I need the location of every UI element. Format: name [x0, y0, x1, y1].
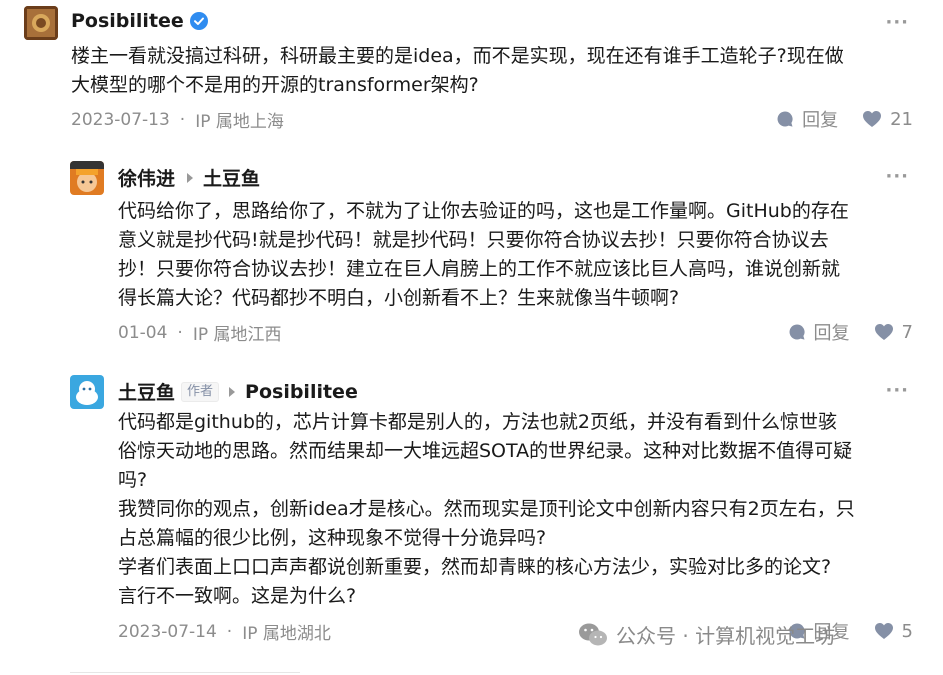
ip-location: IP 属地湖北 [242, 624, 331, 644]
like-count: 7 [901, 321, 913, 343]
comment-text-line: 俗惊天动地的思路。然而结果却一大堆远超SOTA的世界纪录。这种对比数据不值得可疑 [118, 440, 853, 462]
avatar-image-icon [70, 375, 104, 409]
heart-icon [874, 623, 893, 639]
reply-label: 回复 [813, 323, 850, 344]
comment-text: 代码都是github的，芯片计算卡都是别人的，方法也就2页纸，并没有看到什么惊世… [118, 408, 918, 611]
heart-icon [863, 111, 882, 127]
separator-dot: · [226, 621, 233, 642]
wechat-icon [579, 623, 607, 645]
comment-bubble-icon [777, 111, 793, 127]
divider [70, 672, 300, 673]
username[interactable]: 徐伟进 [118, 164, 175, 191]
comment-date: 2023-07-13 [71, 109, 170, 130]
reply-label: 回复 [802, 110, 839, 131]
reply-arrow-icon [229, 386, 236, 397]
ip-location: IP 属地上海 [195, 112, 284, 132]
comment-text-line: 学者们表面上口口声声都说创新重要，然而却青睐的核心方法少，实验对比多的论文? [118, 556, 832, 578]
reply-to-username[interactable]: Posibilitee [245, 381, 358, 403]
separator-dot: · [177, 322, 183, 343]
more-options-icon[interactable]: ··· [885, 12, 909, 33]
comment-text-line: 抄！只要你符合协议去抄！建立在巨人肩膀上的工作不就应该比巨人高吗，谁说创新就 [118, 258, 841, 280]
comment-text-line: 言行不一致啊。这是为什么? [118, 585, 357, 607]
comment-text-line: 代码给你了，思路给你了，不就为了让你去验证的吗，这也是工作量啊。GitHub的存… [118, 200, 849, 222]
avatar[interactable] [70, 161, 104, 195]
watermark-text: 公众号 · 计算机视觉工坊 [616, 624, 836, 648]
avatar-image-icon [70, 161, 104, 195]
comment-date: 2023-07-14 [118, 621, 217, 642]
watermark: 公众号 · 计算机视觉工坊 [578, 620, 835, 649]
comment-text-line: 吗? [118, 469, 148, 491]
like-count: 21 [890, 108, 913, 130]
like-button[interactable]: 21 [862, 109, 913, 130]
reply-arrow-icon [187, 172, 194, 183]
comment-text: 楼主一看就没搞过科研，科研最主要的是idea，而不是实现，现在还有谁手工造轮子?… [71, 42, 921, 100]
reply-button[interactable]: 回复 [776, 106, 838, 132]
username[interactable]: Posibilitee [71, 10, 184, 32]
comment-date: 01-04 [118, 322, 168, 343]
comment-text-line: 意义就是抄代码!就是抄代码！就是抄代码！只要你符合协议去抄！只要你符合协议去 [118, 229, 829, 251]
comment-text-line: 得长篇大论？代码都抄不明白，小创新看不上？生来就像当牛顿啊? [118, 287, 680, 309]
verified-badge-icon [189, 12, 208, 30]
avatar[interactable] [70, 375, 104, 409]
comment-text-line: 我赞同你的观点，创新idea才是核心。然而现实是顶刊论文中创新内容只有2页左右，… [118, 498, 855, 520]
reply-button[interactable]: 回复 [788, 319, 850, 345]
separator-dot: · [179, 109, 186, 130]
like-button[interactable]: 5 [874, 621, 913, 642]
like-button[interactable]: 7 [874, 322, 913, 343]
username[interactable]: 土豆鱼 [118, 378, 175, 405]
comment-text-line: 楼主一看就没搞过科研，科研最主要的是idea，而不是实现，现在还有谁手工造轮子?… [71, 45, 844, 67]
comment-text-line: 代码都是github的，芯片计算卡都是别人的，方法也就2页纸，并没有看到什么惊世… [118, 411, 838, 433]
heart-icon [874, 324, 893, 340]
comment-text-line: 大模型的哪个不是用的开源的transformer架构? [71, 74, 479, 96]
like-count: 5 [901, 620, 913, 642]
reply-to-username[interactable]: 土豆鱼 [203, 164, 260, 191]
comment-text: 代码给你了，思路给你了，不就为了让你去验证的吗，这也是工作量啊。GitHub的存… [118, 197, 918, 313]
avatar[interactable] [24, 6, 58, 40]
comment-bubble-icon [789, 324, 805, 340]
ip-location: IP 属地江西 [192, 325, 282, 345]
avatar-image-icon [24, 6, 58, 40]
more-options-icon[interactable]: ··· [885, 166, 909, 187]
comment-text-line: 占总篇幅的很少比例，这种现象不觉得十分诡异吗? [118, 527, 547, 549]
more-options-icon[interactable]: ··· [885, 380, 909, 401]
author-badge: 作者 [181, 381, 220, 402]
